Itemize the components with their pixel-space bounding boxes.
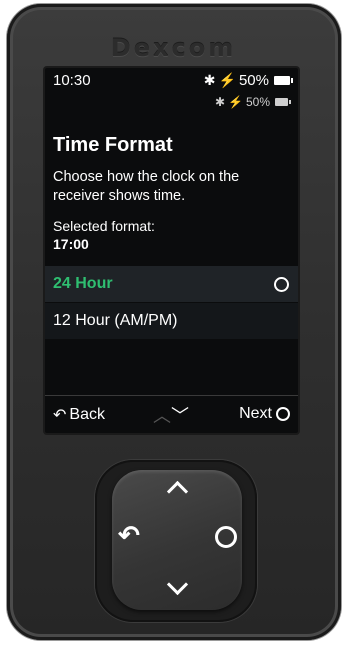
format-options-list: 24 Hour 12 Hour (AM/PM) — [45, 266, 298, 340]
back-arrow-icon: ↶ — [118, 520, 140, 550]
softkey-bar: ↶ Back ︿﹀ Next — [45, 395, 298, 433]
charging-bolt-icon: ⚡ — [218, 72, 236, 88]
chevron-up-icon: ︿ — [153, 406, 171, 426]
dpad-select-button[interactable] — [211, 520, 241, 550]
battery-percent: 50% — [238, 72, 269, 89]
bluetooth-icon: ✱ — [203, 72, 216, 88]
bluetooth-icon: ✱ — [214, 95, 226, 109]
selected-format-label: Selected format: — [53, 218, 155, 234]
option-12-hour[interactable]: 12 Hour (AM/PM) — [45, 303, 298, 340]
option-label: 12 Hour (AM/PM) — [53, 312, 178, 329]
status-time: 10:30 — [53, 72, 91, 89]
status-bar: 10:30 ✱ ⚡ 50% — [45, 68, 298, 90]
radio-icon — [274, 277, 289, 292]
back-softkey[interactable]: ↶ Back — [53, 405, 105, 425]
battery-icon — [275, 98, 291, 106]
dpad-down-button[interactable] — [162, 568, 192, 598]
select-circle-icon — [215, 526, 237, 549]
status-right: ✱ ⚡ 50% — [203, 72, 293, 89]
charging-bolt-icon: ⚡ — [228, 95, 243, 109]
receiver-screen: 10:30 ✱ ⚡ 50% ✱ ⚡ 50% Time Format Choose… — [45, 68, 298, 433]
page-description: Choose how the clock on the receiver sho… — [53, 169, 240, 204]
option-24-hour[interactable]: 24 Hour — [45, 266, 298, 303]
chevron-down-icon — [166, 573, 188, 596]
scroll-indicator: ︿﹀ — [153, 402, 189, 428]
select-circle-icon — [276, 407, 290, 421]
secondary-status: ✱ ⚡ 50% — [214, 95, 291, 109]
chevron-down-icon: ﹀ — [171, 406, 189, 426]
next-softkey[interactable]: Next — [239, 405, 290, 423]
dpad-up-button[interactable] — [162, 474, 192, 504]
battery-percent-secondary: 50% — [245, 95, 270, 109]
back-arrow-icon: ↶ — [53, 407, 67, 424]
brand-logo: Dexcom — [110, 34, 237, 62]
option-label: 24 Hour — [53, 275, 113, 292]
dpad-back-button[interactable]: ↶ — [114, 520, 144, 550]
next-label: Next — [239, 405, 272, 422]
selected-format-value: 17:00 — [53, 236, 89, 252]
chevron-up-icon — [166, 480, 188, 503]
back-label: Back — [69, 406, 105, 423]
page-title: Time Format — [53, 134, 173, 156]
battery-icon — [274, 76, 293, 85]
